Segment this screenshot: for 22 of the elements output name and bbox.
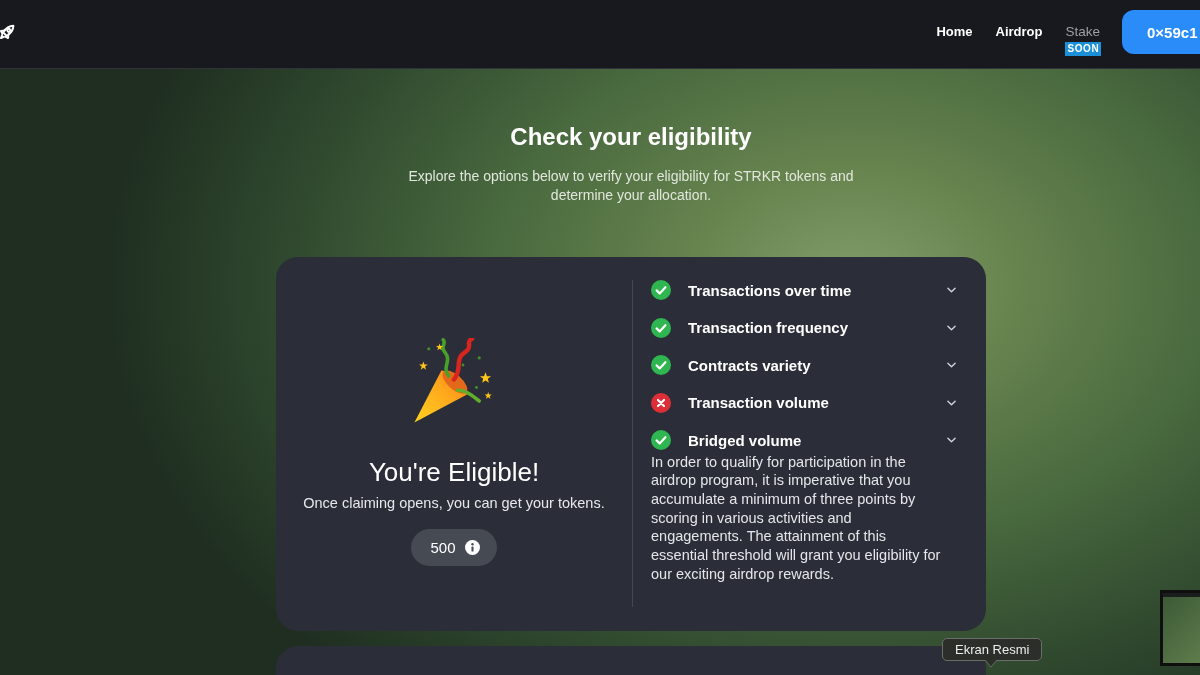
- token-amount: 500: [430, 538, 456, 556]
- eligibility-message: Once claiming opens, you can get your tokens.: [303, 494, 605, 512]
- chevron-down-icon: [947, 399, 956, 406]
- chevron-down-icon: [947, 287, 956, 293]
- nav-link[interactable]: Home: [936, 24, 973, 40]
- criterion-row[interactable]: Transactions over time: [651, 280, 961, 300]
- page-subtitle: Explore the options below to verify your eligibility for STRKR tokens and determine your allocation.: [407, 167, 855, 204]
- nav-link[interactable]: Airdrop: [995, 24, 1043, 40]
- criterion-row[interactable]: Bridged volume: [651, 430, 961, 450]
- criterion-row[interactable]: Contracts variety: [651, 355, 961, 375]
- criterion-row[interactable]: Transaction frequency: [651, 317, 961, 338]
- eligibility-title: You're Eligible!: [368, 456, 540, 488]
- chevron-down-icon: [947, 437, 956, 443]
- soon-badge: SOON: [1065, 42, 1102, 56]
- chevron-down-icon: [947, 324, 956, 331]
- page-title: Check your eligibility: [510, 122, 752, 151]
- eligibility-description: In order to qualify for participation in the airdrop program, it is imperative that you accumulate a minimum of three points by scoring in various activities and engagements. The attainment of this essential threshold will grant you eligibility for our exciting airdrop rewards.: [651, 452, 941, 584]
- screenshot-thumbnail[interactable]: [1160, 590, 1200, 666]
- chevron-down-icon: [947, 362, 956, 368]
- tooltip-pointer-icon: [985, 660, 997, 668]
- criterion-row[interactable]: Transaction volume: [651, 392, 961, 413]
- info-icon[interactable]: [464, 539, 480, 555]
